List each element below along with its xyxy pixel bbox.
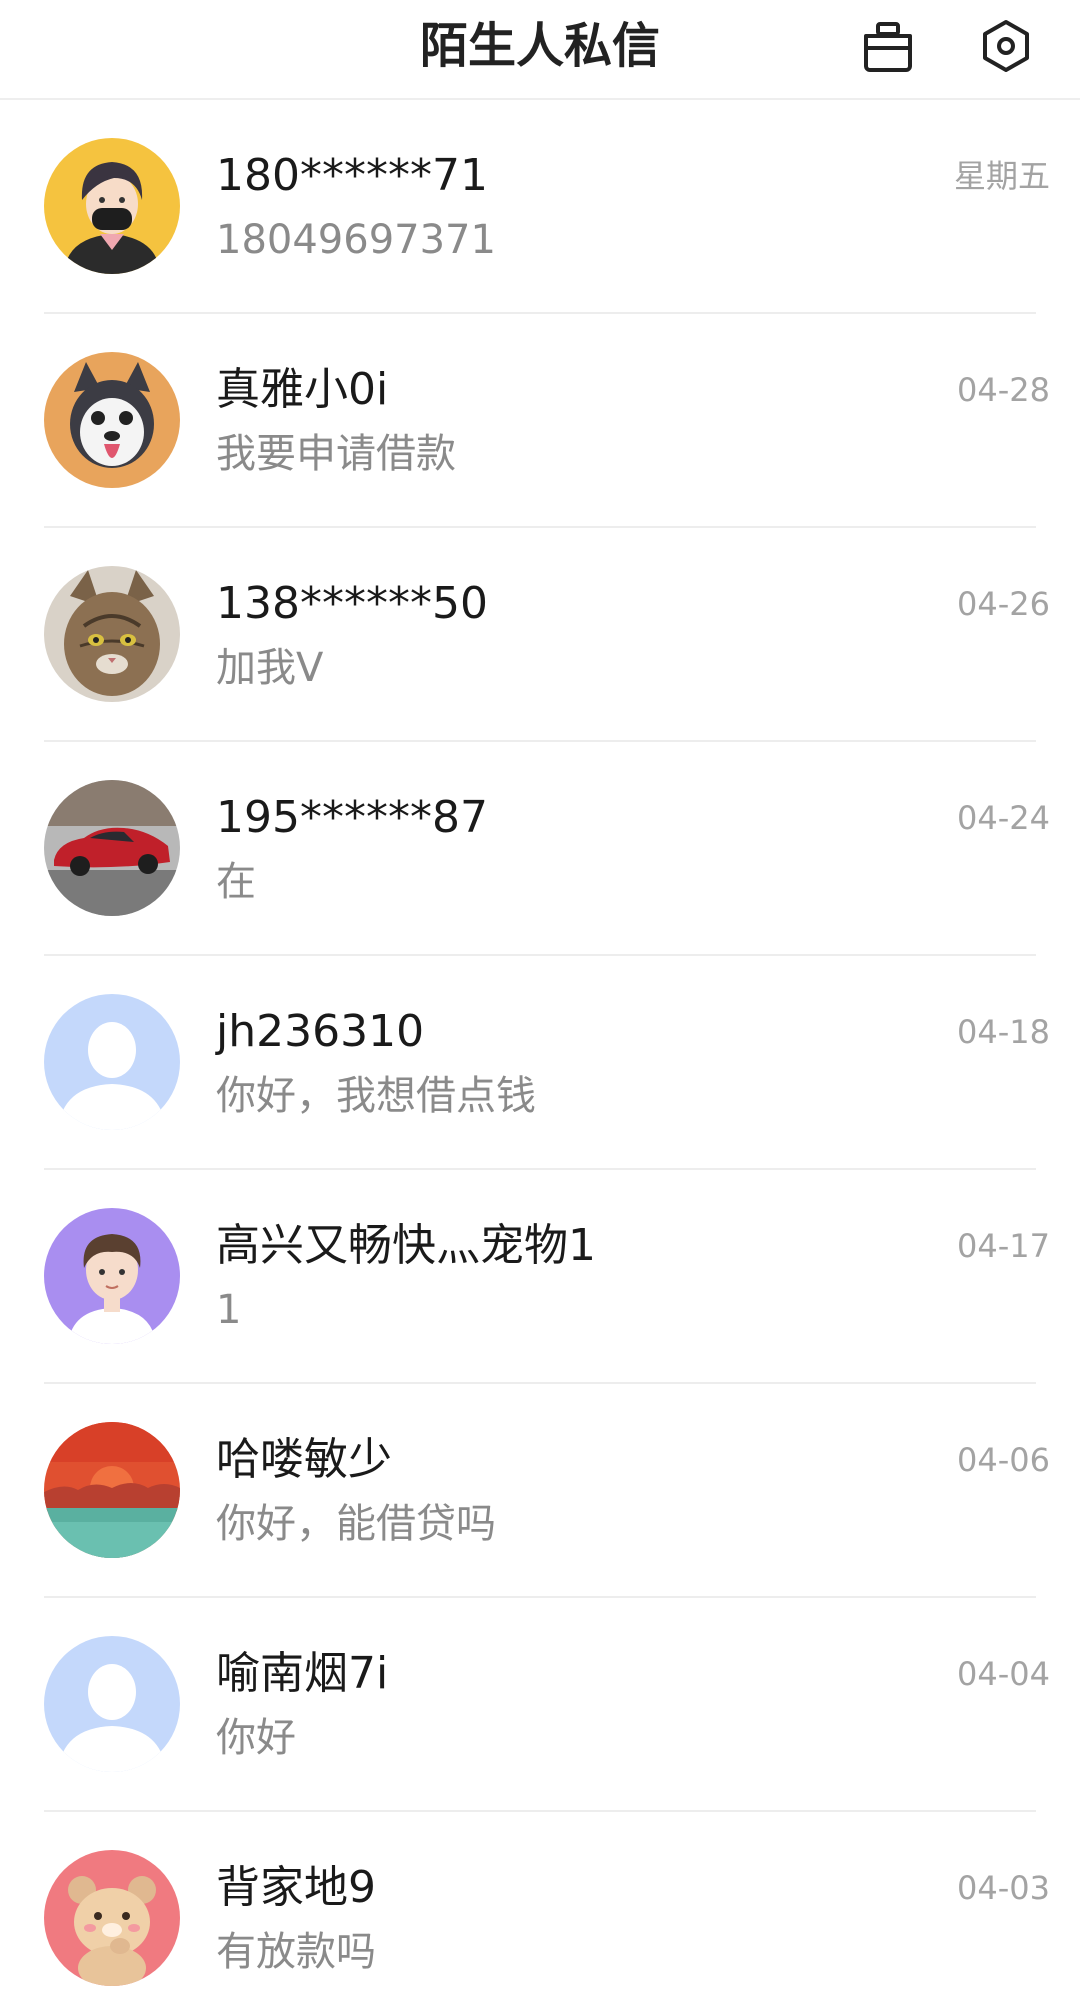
conversation-row[interactable]: 喻南烟7i 你好 04-04 [0, 1598, 1080, 1812]
conversation-row[interactable]: jh236310 你好，我想借点钱 04-18 [0, 956, 1080, 1170]
contact-name: 哈喽敏少 [216, 1434, 392, 1485]
cat-photo-avatar[interactable] [44, 566, 180, 702]
last-message: 1 [216, 1287, 242, 1333]
contact-name: 真雅小0i [216, 364, 389, 415]
last-message: 18049697371 [216, 217, 496, 263]
cartoon-boy-avatar[interactable] [44, 1208, 180, 1344]
header-bar: 陌生人私信 [0, 0, 1080, 100]
stranger-messages-screen: 陌生人私信 180******71 18049697371 星期五 真雅小0i … [0, 0, 1080, 2015]
message-time: 04-26 [957, 585, 1050, 623]
last-message: 有放款吗 [216, 1929, 376, 1975]
cartoon-bear-avatar[interactable] [44, 1850, 180, 1986]
conversation-row[interactable]: 138******50 加我V 04-26 [0, 528, 1080, 742]
husky-dog-avatar[interactable] [44, 352, 180, 488]
last-message: 我要申请借款 [216, 431, 456, 477]
message-time: 04-04 [957, 1655, 1050, 1693]
contact-name: 背家地9 [216, 1862, 376, 1913]
message-time: 04-28 [957, 371, 1050, 409]
message-time: 04-18 [957, 1013, 1050, 1051]
last-message: 加我V [216, 645, 324, 691]
settings-hex-icon[interactable] [974, 14, 1038, 78]
contact-name: 高兴又畅快灬宠物1 [216, 1220, 596, 1271]
clean-bucket-icon[interactable] [856, 14, 920, 78]
last-message: 你好，能借贷吗 [216, 1501, 496, 1547]
contact-name: 喻南烟7i [216, 1648, 389, 1699]
conversation-list: 180******71 18049697371 星期五 真雅小0i 我要申请借款… [0, 100, 1080, 2015]
contact-name: 180******71 [216, 150, 488, 201]
message-time: 04-03 [957, 1869, 1050, 1907]
last-message: 在 [216, 859, 256, 905]
last-message: 你好，我想借点钱 [216, 1073, 536, 1119]
message-time: 04-06 [957, 1441, 1050, 1479]
anime-boy-mask-avatar[interactable] [44, 138, 180, 274]
last-message: 你好 [216, 1715, 296, 1761]
conversation-row[interactable]: 哈喽敏少 你好，能借贷吗 04-06 [0, 1384, 1080, 1598]
default-user-avatar[interactable] [44, 994, 180, 1130]
conversation-row[interactable]: 195******87 在 04-24 [0, 742, 1080, 956]
default-user-avatar[interactable] [44, 1636, 180, 1772]
message-time: 星期五 [953, 157, 1050, 195]
contact-name: 138******50 [216, 578, 488, 629]
conversation-row[interactable]: 高兴又畅快灬宠物1 1 04-17 [0, 1170, 1080, 1384]
conversation-row[interactable]: 背家地9 有放款吗 04-03 [0, 1812, 1080, 2015]
contact-name: jh236310 [216, 1006, 425, 1057]
sunset-landscape-avatar[interactable] [44, 1422, 180, 1558]
contact-name: 195******87 [216, 792, 488, 843]
conversation-row[interactable]: 180******71 18049697371 星期五 [0, 100, 1080, 314]
message-time: 04-24 [957, 799, 1050, 837]
red-sports-car-avatar[interactable] [44, 780, 180, 916]
conversation-row[interactable]: 真雅小0i 我要申请借款 04-28 [0, 314, 1080, 528]
message-time: 04-17 [957, 1227, 1050, 1265]
